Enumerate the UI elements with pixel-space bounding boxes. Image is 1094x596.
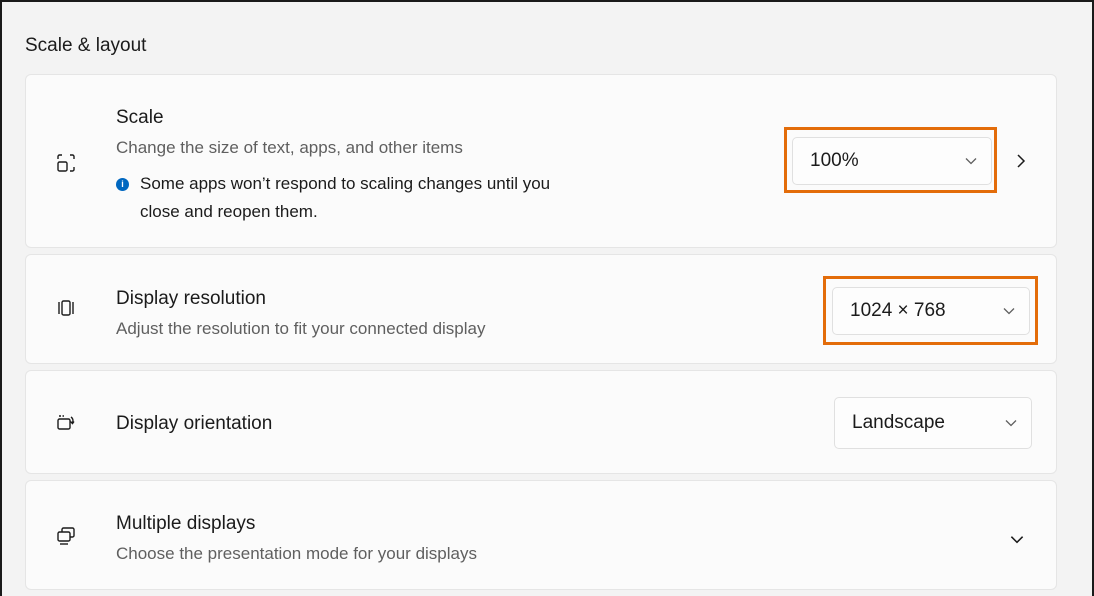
scale-card: Scale Change the size of text, apps, and… xyxy=(25,74,1057,248)
section-title: Scale & layout xyxy=(25,35,147,56)
scale-info-line2: close and reopen them. xyxy=(140,202,318,221)
scale-title: Scale xyxy=(116,107,164,128)
scale-icon xyxy=(56,153,76,173)
settings-panel: Scale & layout Scale Change the size of … xyxy=(0,0,1094,596)
multiple-displays-icon xyxy=(56,526,76,546)
chevron-down-icon[interactable] xyxy=(1010,535,1024,544)
resolution-highlight xyxy=(823,276,1038,345)
chevron-down-icon xyxy=(1005,420,1017,427)
resolution-card: Display resolution Adjust the resolution… xyxy=(25,254,1057,364)
multiple-displays-card[interactable]: Multiple displays Choose the presentatio… xyxy=(25,480,1057,590)
scale-highlight xyxy=(784,127,997,193)
scale-subtitle: Change the size of text, apps, and other… xyxy=(116,138,463,157)
orientation-dropdown[interactable]: Landscape xyxy=(834,397,1032,449)
scale-info-line1: Some apps won’t respond to scaling chang… xyxy=(140,174,551,193)
orientation-icon xyxy=(56,413,76,433)
chevron-right-icon[interactable] xyxy=(1016,153,1026,169)
scale-info: i Some apps won’t respond to scaling cha… xyxy=(116,172,736,224)
multiple-displays-title: Multiple displays xyxy=(116,513,256,534)
info-icon: i xyxy=(116,178,129,191)
multiple-displays-subtitle: Choose the presentation mode for your di… xyxy=(116,544,477,563)
orientation-title: Display orientation xyxy=(116,413,273,434)
resolution-subtitle: Adjust the resolution to fit your connec… xyxy=(116,319,486,338)
orientation-card: Display orientation Landscape xyxy=(25,370,1057,474)
resolution-title: Display resolution xyxy=(116,288,266,309)
resolution-icon xyxy=(56,298,76,318)
orientation-value: Landscape xyxy=(852,412,945,433)
